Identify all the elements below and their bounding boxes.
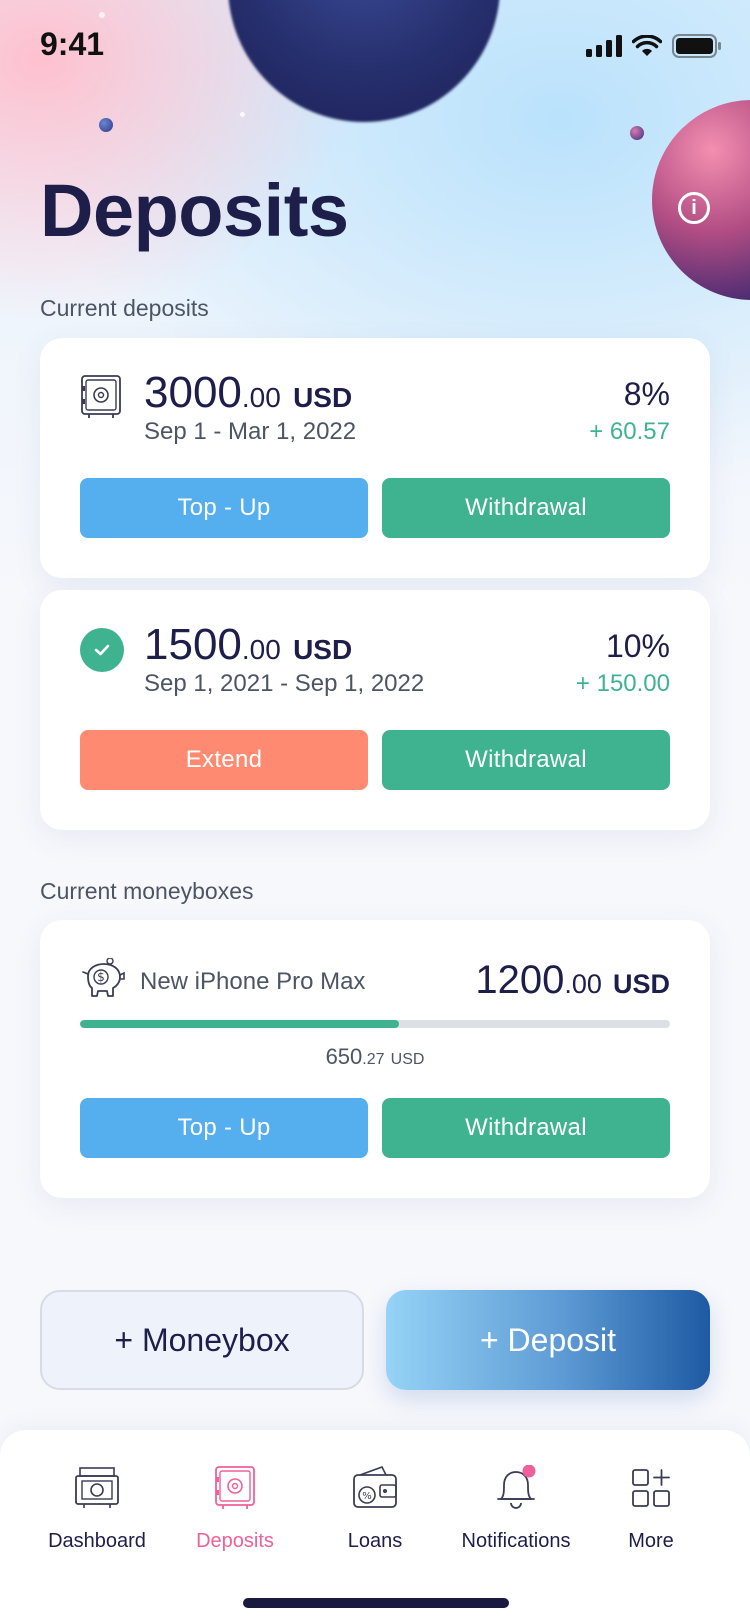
svg-text:$: $ [97, 970, 105, 984]
deposit-gain: + 60.57 [589, 418, 670, 445]
deposit-card: 1500.00 USD Sep 1, 2021 - Sep 1, 2022 10… [40, 590, 710, 830]
battery-icon [672, 34, 721, 58]
safe-icon [80, 374, 122, 425]
piggy-bank-icon: $ [80, 957, 126, 1005]
moneybox-progress [80, 1020, 670, 1028]
decor-dot [99, 118, 113, 132]
add-moneybox-button[interactable]: + Moneybox [40, 1290, 364, 1390]
extend-button[interactable]: Extend [80, 730, 368, 790]
moneybox-progress-fill [80, 1020, 399, 1028]
decor-sparkle [240, 112, 245, 117]
section-label-deposits: Current deposits [40, 295, 209, 321]
wifi-icon [632, 35, 662, 56]
withdrawal-button[interactable]: Withdrawal [382, 730, 670, 790]
tab-label: More [628, 1530, 674, 1552]
status-time: 9:41 [40, 26, 105, 62]
deposit-period: Sep 1, 2021 - Sep 1, 2022 [144, 670, 425, 697]
top-up-button[interactable]: Top - Up [80, 1098, 368, 1158]
tab-bar: Dashboard Deposits % Loans Notifications… [0, 1430, 750, 1624]
moneybox-saved: 650.27 USD [325, 1044, 425, 1069]
status-bar: 9:41 [0, 0, 750, 90]
cash-icon [32, 1458, 162, 1518]
tab-label: Dashboard [48, 1530, 146, 1552]
deposit-amount: 1500.00 USD [144, 620, 353, 669]
deposit-amount: 3000.00 USD [144, 368, 353, 417]
deposit-gain: + 150.00 [575, 670, 670, 697]
deposit-rate: 8% [623, 376, 670, 412]
wallet-icon: % [310, 1458, 440, 1518]
safe-icon [170, 1458, 300, 1518]
signal-icon [586, 35, 622, 57]
grid-plus-icon [586, 1458, 716, 1518]
decor-dot [630, 126, 644, 140]
page-title: Deposits [40, 169, 349, 252]
status-icons [586, 34, 722, 58]
moneybox-goal: 1200.00 USD [475, 958, 670, 1002]
withdrawal-button[interactable]: Withdrawal [382, 478, 670, 538]
tab-notifications[interactable]: Notifications [446, 1458, 586, 1553]
deposit-rate: 10% [605, 628, 670, 664]
tab-label: Notifications [461, 1530, 571, 1552]
moneybox-card: $ New iPhone Pro Max 1200.00 USD 650.27 … [40, 920, 710, 1198]
add-deposit-button[interactable]: + Deposit [386, 1290, 710, 1390]
svg-text:%: % [362, 1491, 372, 1502]
top-up-button[interactable]: Top - Up [80, 478, 368, 538]
info-button[interactable]: i [678, 192, 710, 224]
tab-deposits[interactable]: Deposits [170, 1458, 300, 1553]
tab-more[interactable]: More [586, 1458, 716, 1553]
deposit-card: 3000.00 USD Sep 1 - Mar 1, 2022 8% + 60.… [40, 338, 710, 578]
deposit-period: Sep 1 - Mar 1, 2022 [144, 418, 357, 445]
moneybox-name: New iPhone Pro Max [140, 968, 366, 995]
section-label-moneyboxes: Current moneyboxes [40, 878, 254, 904]
info-icon: i [691, 197, 697, 219]
tab-label: Loans [347, 1530, 403, 1552]
withdrawal-button[interactable]: Withdrawal [382, 1098, 670, 1158]
tab-loans[interactable]: % Loans [310, 1458, 440, 1553]
tab-dashboard[interactable]: Dashboard [32, 1458, 162, 1553]
home-indicator [243, 1598, 509, 1608]
tab-label: Deposits [196, 1530, 274, 1552]
check-icon [80, 628, 124, 672]
bell-icon [446, 1458, 586, 1518]
